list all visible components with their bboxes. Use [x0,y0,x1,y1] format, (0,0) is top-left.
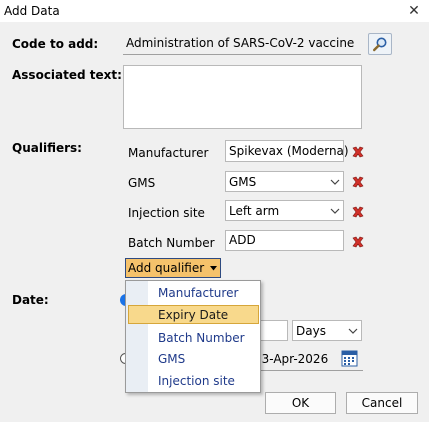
add-qualifier-menu: Manufacturer Expiry Date Batch Number GM… [125,280,261,393]
menu-item-manufacturer[interactable]: Manufacturer [158,286,238,300]
gms-value: GMS [229,174,257,189]
code-label: Code to add: [12,37,99,51]
gms-select[interactable]: GMS [225,171,344,192]
search-button[interactable] [368,33,392,55]
manufacturer-value: Spikevax (Moderna) [229,144,349,158]
batch-number-input[interactable]: ADD [225,230,344,251]
qualifier-name-injection-site: Injection site [128,206,205,220]
date-label: Date: [12,293,49,307]
chevron-down-icon [345,328,361,334]
delete-icon[interactable] [351,235,365,249]
dropdown-arrow-icon [210,265,218,270]
menu-item-batch-number[interactable]: Batch Number [158,331,245,345]
batch-number-value: ADD [229,233,256,247]
qualifier-name-manufacturer: Manufacturer [128,146,209,160]
add-qualifier-label: Add qualifier [128,261,205,275]
associated-label: Associated text: [12,68,122,82]
code-field: Administration of SARS-CoV-2 vaccine [123,33,361,55]
menu-item-expiry-date[interactable]: Expiry Date [158,308,228,322]
qualifier-name-batch-number: Batch Number [128,236,215,250]
qualifiers-label: Qualifiers: [12,141,82,155]
menu-item-gms[interactable]: GMS [158,352,185,366]
code-value: Administration of SARS-CoV-2 vaccine [126,36,355,50]
menu-item-injection-site[interactable]: Injection site [158,374,235,388]
cancel-button[interactable]: Cancel [346,392,418,414]
associated-textarea[interactable] [123,65,362,129]
injection-site-value: Left arm [229,203,280,218]
date-unit-value: Days [296,323,326,338]
chevron-down-icon [327,208,343,214]
manufacturer-input[interactable]: Spikevax (Moderna) [225,140,349,162]
calendar-icon[interactable] [341,350,358,367]
delete-icon[interactable] [351,145,365,159]
date-unit-select[interactable]: Days [292,320,362,341]
add-qualifier-button[interactable]: Add qualifier [125,258,221,278]
delete-icon[interactable] [351,205,365,219]
qualifier-name-gms: GMS [128,176,156,190]
chevron-down-icon [327,179,343,185]
delete-icon[interactable] [351,175,365,189]
magnifier-icon [373,37,387,52]
date-value: 13-Apr-2026 [254,352,329,366]
injection-site-select[interactable]: Left arm [225,200,344,221]
ok-button[interactable]: OK [265,392,336,414]
title-bar [0,0,429,22]
menu-gutter [126,281,148,392]
window-title: Add Data [4,4,60,18]
close-icon[interactable]: ✕ [403,1,425,21]
